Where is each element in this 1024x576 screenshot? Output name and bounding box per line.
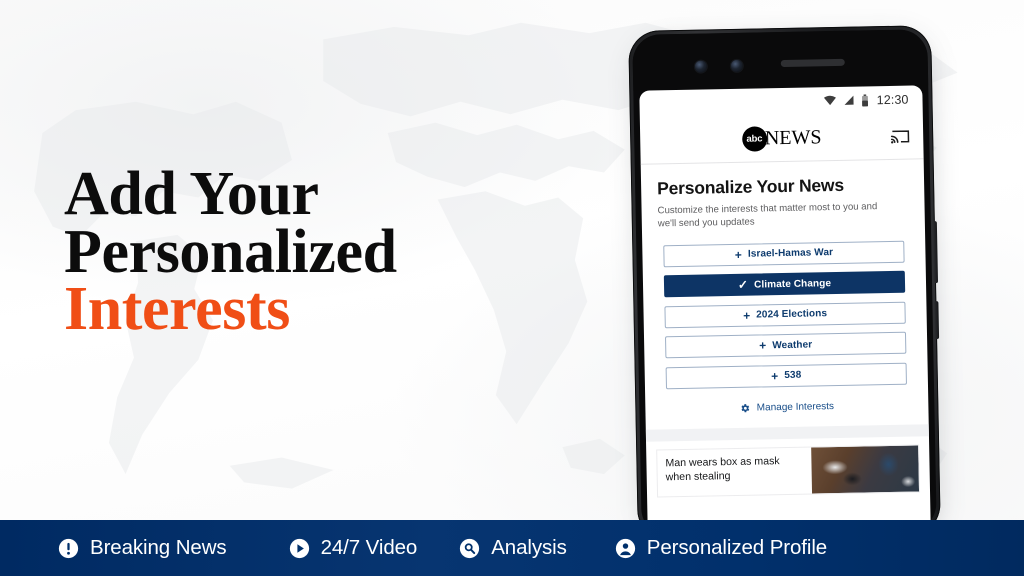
headline-line-2: Personalized — [64, 217, 397, 286]
feature-label: Breaking News — [90, 536, 227, 559]
feed-divider — [645, 424, 929, 442]
interest-chip-weather[interactable]: + Weather — [665, 332, 907, 359]
feature-label: Analysis — [491, 536, 567, 559]
feature-label: 24/7 Video — [320, 536, 418, 559]
manage-interests-button[interactable]: Manage Interests — [661, 399, 912, 415]
abc-logo-mark: abc — [741, 125, 768, 152]
interest-chip-label: 2024 Elections — [756, 308, 828, 321]
news-card-thumbnail — [811, 445, 920, 494]
app-header: abc NEWS — [639, 112, 924, 165]
interest-chip-538[interactable]: + 538 — [665, 362, 907, 390]
news-wordmark: NEWS — [764, 125, 822, 149]
section-subtitle: Customize the interests that matter most… — [657, 201, 878, 230]
phone-body: 12:30 abc NEWS Personalize Your News Cus… — [628, 25, 941, 541]
phone-inner: 12:30 abc NEWS Personalize Your News Cus… — [632, 29, 937, 537]
headline-line-1: Add Your — [64, 160, 319, 228]
phone-top-bezel — [632, 29, 929, 91]
feature-analysis[interactable]: Analysis — [459, 536, 567, 560]
section-title: Personalize Your News — [656, 174, 845, 199]
news-card-headline: Man wears box as mask when stealing — [665, 454, 780, 484]
interest-chip-label: Weather — [772, 339, 813, 352]
interest-chip-2024-elections[interactable]: + 2024 Elections — [664, 301, 906, 329]
news-card[interactable]: Man wears box as mask when stealing — [657, 445, 920, 497]
phone-mockup: 12:30 abc NEWS Personalize Your News Cus… — [628, 25, 941, 545]
interest-chip-label: Climate Change — [754, 277, 832, 291]
plus-icon: + — [742, 308, 751, 323]
feature-label: Personalized Profile — [646, 536, 828, 559]
gear-icon — [740, 403, 751, 414]
plus-icon: + — [759, 338, 767, 353]
wifi-icon — [824, 95, 837, 106]
manage-interests-label: Manage Interests — [756, 400, 835, 414]
play-circle-icon — [289, 538, 310, 559]
interest-list: + Israel-Hamas War ✓ Climate Change + 20… — [658, 240, 912, 390]
cellular-signal-icon — [844, 95, 855, 106]
front-camera-icon — [694, 60, 707, 73]
page-title: Add Your Personalized Interests — [64, 160, 494, 344]
promo-stage: Add Your Personalized Interests 12:30 ab… — [0, 0, 1024, 576]
battery-icon — [862, 93, 869, 106]
interest-chip-label: Israel-Hamas War — [747, 247, 834, 261]
plus-icon: + — [734, 247, 743, 262]
status-time: 12:30 — [876, 92, 909, 107]
feature-personalized-profile[interactable]: Personalized Profile — [615, 536, 827, 560]
plus-icon: + — [771, 368, 779, 384]
cast-icon[interactable] — [890, 127, 910, 145]
person-circle-icon — [615, 538, 636, 559]
headline-line-3-accent: Interests — [64, 275, 290, 344]
interest-chip-climate-change[interactable]: ✓ Climate Change — [663, 271, 906, 298]
interest-chip-israel-hamas-war[interactable]: + Israel-Hamas War — [663, 240, 905, 268]
interest-chip-label: 538 — [784, 370, 802, 382]
feature-bar: Breaking News 24/7 Video Analysis Person… — [0, 520, 1024, 576]
personalize-section: Personalize Your News Customize the inte… — [641, 159, 929, 415]
exclamation-circle-icon — [58, 538, 79, 559]
feature-breaking-news[interactable]: Breaking News — [58, 536, 227, 560]
magnifier-circle-icon — [459, 538, 480, 559]
phone-screen: 12:30 abc NEWS Personalize Your News Cus… — [639, 85, 931, 537]
volume-button[interactable] — [934, 301, 940, 340]
feature-247-video[interactable]: 24/7 Video — [289, 536, 418, 560]
front-camera-secondary-icon — [730, 59, 743, 72]
earpiece-speaker — [780, 58, 845, 68]
abc-news-logo: abc NEWS — [741, 125, 822, 152]
check-icon: ✓ — [737, 278, 749, 293]
